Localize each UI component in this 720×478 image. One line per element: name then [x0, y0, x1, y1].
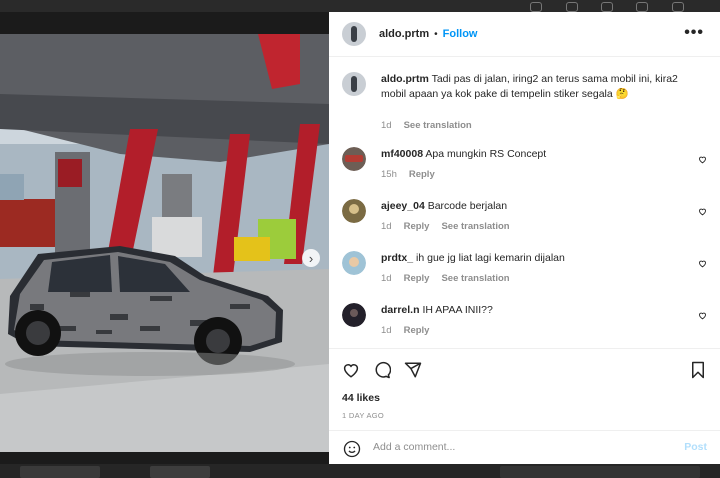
caption-body: aldo.prtm Tadi pas di jalan, iring2 an t…	[381, 72, 686, 102]
caption-meta: 1d See translation	[381, 120, 472, 131]
comment-username[interactable]: mf40008	[381, 148, 423, 160]
post-side-panel: aldo.prtm • Follow ••• aldo.prtm Tadi pa…	[329, 12, 720, 464]
author-avatar[interactable]	[342, 22, 366, 46]
background-feed-top	[0, 0, 720, 12]
commenter-avatar[interactable]	[342, 199, 366, 223]
comment-input[interactable]	[373, 439, 673, 455]
comment-body: prdtx_ ih gue jg liat lagi kemarin dijal…	[381, 251, 686, 266]
commenter-avatar[interactable]	[342, 251, 366, 275]
background-thumbnail	[500, 466, 700, 478]
commenter-avatar[interactable]	[342, 147, 366, 171]
reply-button[interactable]: Reply	[404, 221, 430, 232]
post-modal: › aldo.prtm • Follow ••• aldo.prtm Tadi …	[0, 12, 720, 464]
comments-list[interactable]: aldo.prtm Tadi pas di jalan, iring2 an t…	[329, 58, 720, 347]
see-translation-link[interactable]: See translation	[441, 273, 509, 284]
see-translation-link[interactable]: See translation	[441, 221, 509, 232]
like-comment-heart-icon[interactable]	[698, 311, 707, 320]
new-post-icon	[601, 2, 613, 12]
background-thumbnail	[20, 466, 100, 478]
comment-text: Apa mungkin RS Concept	[425, 148, 547, 160]
reply-button[interactable]: Reply	[404, 325, 430, 336]
post-comment-button[interactable]: Post	[684, 441, 707, 453]
comment-icon[interactable]	[373, 361, 391, 379]
comment-text: IH APAA INII??	[422, 304, 493, 316]
background-thumbnail	[150, 466, 210, 478]
messenger-icon	[566, 2, 578, 12]
comment-age[interactable]: 15h	[381, 169, 397, 180]
comment-meta: 1d Reply See translation	[381, 221, 510, 232]
like-comment-heart-icon[interactable]	[698, 155, 707, 164]
next-photo-button[interactable]: ›	[302, 249, 320, 267]
post-photo: ›	[0, 34, 329, 452]
caption-age[interactable]: 1d	[381, 120, 392, 131]
bookmark-icon[interactable]	[690, 361, 706, 379]
reply-button[interactable]: Reply	[404, 273, 430, 284]
heart-icon[interactable]	[342, 361, 360, 379]
car-photo-image	[0, 34, 329, 452]
post-header: aldo.prtm • Follow •••	[329, 12, 720, 57]
comment-meta: 1d Reply	[381, 325, 429, 336]
like-comment-heart-icon[interactable]	[698, 207, 707, 216]
comment-meta: 1d Reply See translation	[381, 273, 510, 284]
caption-username[interactable]: aldo.prtm	[381, 73, 429, 85]
comment-text: ih gue jg liat lagi kemarin dijalan	[416, 252, 565, 264]
separator-dot: •	[434, 28, 438, 40]
likes-count[interactable]: 44 likes	[342, 392, 380, 404]
commenter-avatar[interactable]	[342, 303, 366, 327]
follow-button[interactable]: Follow	[443, 28, 478, 40]
comment-username[interactable]: darrel.n	[381, 304, 420, 316]
like-comment-heart-icon[interactable]	[698, 259, 707, 268]
comment-username[interactable]: ajeey_04	[381, 200, 425, 212]
share-icon[interactable]	[404, 361, 422, 379]
background-feed-bottom	[0, 464, 720, 478]
activity-icon	[672, 2, 684, 12]
comment-age[interactable]: 1d	[381, 273, 392, 284]
see-translation-link[interactable]: See translation	[404, 120, 472, 131]
emoji-icon[interactable]	[343, 440, 361, 458]
post-actions-bar	[329, 348, 720, 388]
author-username[interactable]: aldo.prtm	[379, 28, 429, 40]
comment-body: ajeey_04 Barcode berjalan	[381, 199, 686, 214]
reply-button[interactable]: Reply	[409, 169, 435, 180]
comment-text: Barcode berjalan	[427, 200, 508, 212]
comment-meta: 15h Reply	[381, 169, 435, 180]
comment-composer: Post	[329, 430, 720, 464]
comment-username[interactable]: prdtx_	[381, 252, 413, 264]
author-avatar[interactable]	[342, 72, 366, 96]
chevron-right-icon: ›	[308, 250, 314, 266]
comment-age[interactable]: 1d	[381, 221, 392, 232]
more-options-icon[interactable]: •••	[684, 24, 704, 42]
explore-icon	[636, 2, 648, 12]
home-icon	[530, 2, 542, 12]
comment-body: darrel.n IH APAA INII??	[381, 303, 686, 318]
post-timestamp[interactable]: 1 DAY AGO	[342, 411, 384, 420]
comment-body: mf40008 Apa mungkin RS Concept	[381, 147, 686, 162]
comment-age[interactable]: 1d	[381, 325, 392, 336]
